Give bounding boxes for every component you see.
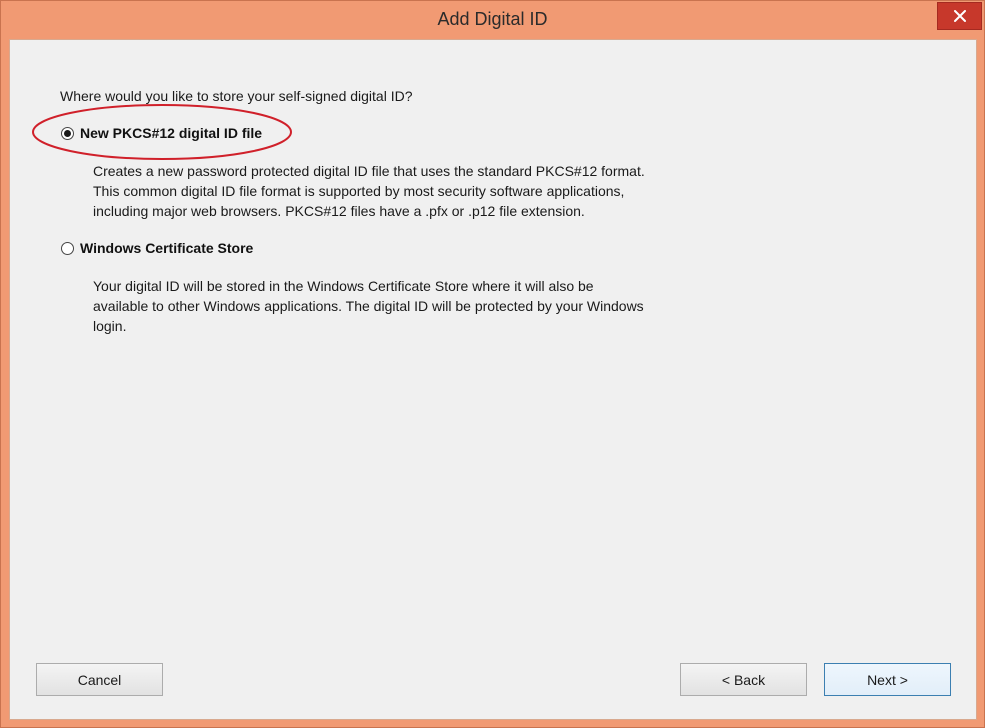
description-line: Your digital ID will be stored in the Wi…: [93, 278, 594, 294]
description-line: Creates a new password protected digital…: [93, 163, 645, 179]
description-line: including major web browsers. PKCS#12 fi…: [93, 203, 585, 219]
radio-selected-dot: [64, 129, 71, 137]
description-line: This common digital ID file format is su…: [93, 183, 625, 199]
radio-windows-store[interactable]: [61, 241, 74, 255]
cancel-button[interactable]: Cancel: [36, 663, 163, 696]
option-windows-store[interactable]: Windows Certificate Store: [61, 240, 253, 256]
close-icon: [953, 10, 966, 22]
option-pkcs12-label: New PKCS#12 digital ID file: [80, 125, 263, 141]
storage-question: Where would you like to store your self-…: [60, 88, 413, 104]
option-pkcs12[interactable]: New PKCS#12 digital ID file: [61, 125, 262, 141]
description-line: available to other Windows applications.…: [93, 298, 644, 314]
option-windows-store-label: Windows Certificate Store: [80, 240, 254, 256]
next-button[interactable]: Next >: [824, 663, 951, 696]
description-line: login.: [93, 318, 127, 334]
back-button[interactable]: < Back: [680, 663, 807, 696]
radio-pkcs12[interactable]: [61, 126, 74, 140]
add-digital-id-window: Add Digital ID Where would you like to s…: [0, 0, 985, 728]
option-pkcs12-description: Creates a new password protected digital…: [93, 161, 713, 221]
close-button[interactable]: [937, 2, 982, 30]
dialog-content: Where would you like to store your self-…: [9, 39, 977, 720]
title-bar: Add Digital ID: [1, 1, 984, 38]
window-title: Add Digital ID: [437, 9, 548, 29]
option-windows-store-description: Your digital ID will be stored in the Wi…: [93, 276, 713, 336]
